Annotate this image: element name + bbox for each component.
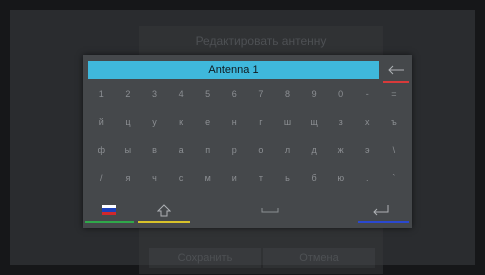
key[interactable]: в xyxy=(141,140,168,160)
key[interactable]: щ xyxy=(301,112,328,132)
key[interactable]: у xyxy=(141,112,168,132)
key[interactable]: 5 xyxy=(194,84,221,104)
key[interactable]: д xyxy=(301,140,328,160)
cancel-button[interactable]: Отмена xyxy=(263,248,375,268)
key[interactable]: . xyxy=(354,168,381,188)
key[interactable]: - xyxy=(354,84,381,104)
key[interactable]: 4 xyxy=(168,84,195,104)
key[interactable]: ц xyxy=(115,112,142,132)
key[interactable]: и xyxy=(221,168,248,188)
backspace-key[interactable] xyxy=(385,61,407,79)
key[interactable]: з xyxy=(327,112,354,132)
key[interactable]: 3 xyxy=(141,84,168,104)
key[interactable]: ` xyxy=(381,168,408,188)
language-key[interactable] xyxy=(97,200,121,220)
key[interactable]: м xyxy=(194,168,221,188)
key[interactable]: г xyxy=(248,112,275,132)
space-key[interactable] xyxy=(258,204,282,216)
key[interactable]: ъ xyxy=(381,112,408,132)
key[interactable]: 8 xyxy=(274,84,301,104)
key[interactable]: а xyxy=(168,140,195,160)
key[interactable]: = xyxy=(381,84,408,104)
key[interactable]: т xyxy=(248,168,275,188)
key[interactable]: б xyxy=(301,168,328,188)
key[interactable]: п xyxy=(194,140,221,160)
shift-key[interactable] xyxy=(152,200,176,220)
key[interactable]: 2 xyxy=(115,84,142,104)
key[interactable]: к xyxy=(168,112,195,132)
space-icon xyxy=(261,208,279,213)
key[interactable]: \ xyxy=(381,140,408,160)
key[interactable]: я xyxy=(115,168,142,188)
key[interactable]: 9 xyxy=(301,84,328,104)
text-input[interactable]: Antenna 1 xyxy=(88,61,379,79)
on-screen-keyboard: Antenna 1 1 2 3 4 5 6 7 8 9 0- = йцукенгшщзхъ фыва… xyxy=(83,55,412,228)
yellow-key-indicator xyxy=(138,221,190,223)
keyboard-row-2: ф ы в а п р о л д ж э \ xyxy=(88,140,408,160)
keyboard-row-3: / я ч с м и т ь б ю. ` xyxy=(88,168,408,188)
enter-key[interactable] xyxy=(369,200,393,220)
russian-flag-icon xyxy=(102,205,116,215)
key[interactable]: ж xyxy=(327,140,354,160)
key[interactable]: с xyxy=(168,168,195,188)
key[interactable]: ь xyxy=(274,168,301,188)
enter-icon xyxy=(373,205,389,216)
key[interactable]: й xyxy=(88,112,115,132)
keyboard-function-row xyxy=(83,200,412,228)
key[interactable]: ы xyxy=(115,140,142,160)
key[interactable]: о xyxy=(248,140,275,160)
save-button[interactable]: Сохранить xyxy=(149,248,261,268)
key[interactable]: ю xyxy=(327,168,354,188)
dialog-title: Редактировать антенну xyxy=(195,34,327,48)
blue-key-indicator xyxy=(358,221,409,223)
key[interactable]: 1 xyxy=(88,84,115,104)
key[interactable]: ш xyxy=(274,112,301,132)
key[interactable]: е xyxy=(194,112,221,132)
key[interactable]: / xyxy=(88,168,115,188)
key[interactable]: л xyxy=(274,140,301,160)
keyboard-row-digits: 1 2 3 4 5 6 7 8 9 0- = xyxy=(88,84,408,104)
shift-icon xyxy=(157,203,171,216)
key[interactable]: ч xyxy=(141,168,168,188)
key[interactable]: 6 xyxy=(221,84,248,104)
keyboard-row-1: йцукенгшщзхъ xyxy=(88,112,408,132)
key[interactable]: 7 xyxy=(248,84,275,104)
red-key-indicator xyxy=(383,81,409,83)
key[interactable]: э xyxy=(354,140,381,160)
key[interactable]: р xyxy=(221,140,248,160)
key[interactable]: х xyxy=(354,112,381,132)
key[interactable]: н xyxy=(221,112,248,132)
key[interactable]: 0 xyxy=(327,84,354,104)
key[interactable]: ф xyxy=(88,140,115,160)
green-key-indicator xyxy=(85,221,134,223)
backspace-icon xyxy=(388,65,404,75)
